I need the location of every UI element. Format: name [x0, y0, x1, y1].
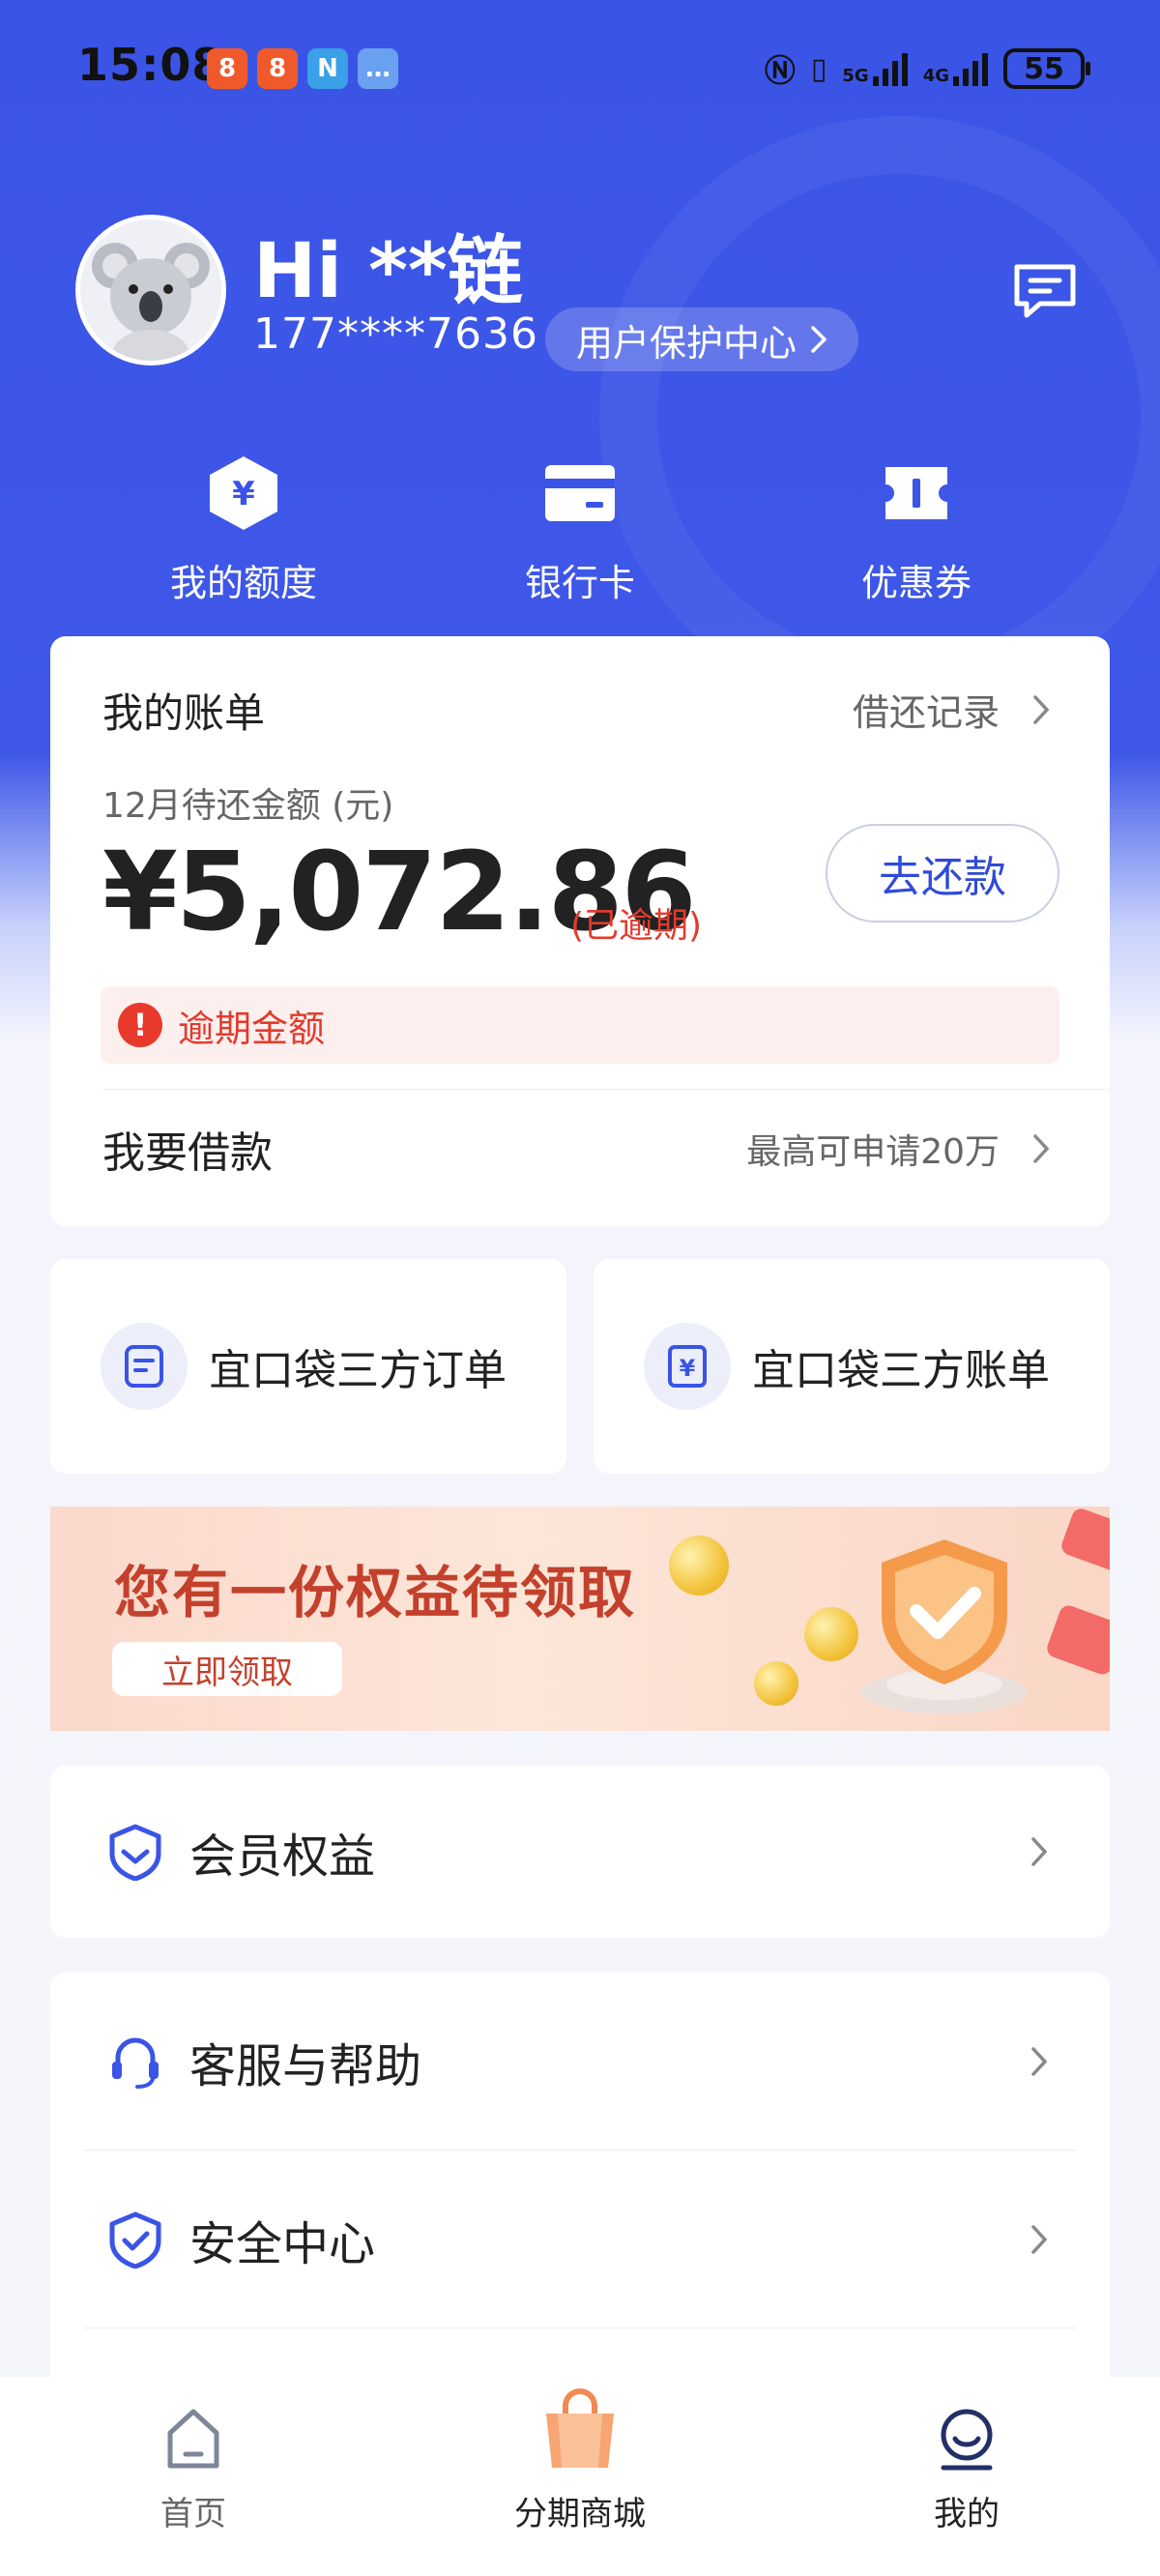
greeting-name: Hi **链 — [253, 228, 523, 315]
tab-mine[interactable]: 我的 — [851, 2406, 1083, 2534]
member-shield-icon — [109, 1824, 161, 1881]
yuan-hexagon-icon: ¥ — [210, 456, 277, 530]
loan-limit-link[interactable]: 最高可申请20万 — [746, 1124, 1050, 1174]
benefit-banner[interactable]: 您有一份权益待领取 立即领取 — [50, 1507, 1110, 1731]
quick-action-bank-card[interactable]: 银行卡 — [464, 445, 696, 606]
bill-title: 我的账单 — [102, 689, 266, 737]
status-time: 15:08 — [77, 39, 224, 91]
svg-text:¥: ¥ — [680, 1355, 696, 1382]
order-document-icon — [125, 1345, 163, 1388]
chevron-right-icon — [1031, 1837, 1048, 1866]
avatar[interactable] — [75, 215, 226, 366]
home-icon — [167, 2409, 219, 2469]
masked-phone: 177****7636 — [253, 309, 538, 359]
third-party-order-button[interactable]: 宜口袋三方订单 — [50, 1259, 566, 1474]
battery-icon: 55 — [1003, 48, 1090, 89]
repayment-record-link[interactable]: 借还记录 — [853, 683, 1050, 736]
menu-item-security-center[interactable]: 安全中心 — [50, 2151, 1110, 2328]
nfc-icon: Ⓝ — [764, 52, 796, 89]
chevron-right-icon — [1033, 1134, 1050, 1163]
chevron-right-icon — [1033, 694, 1050, 724]
shield-reward-icon — [861, 1539, 1028, 1713]
bank-card-icon — [545, 465, 615, 521]
divider — [83, 2327, 1077, 2328]
tab-home[interactable]: 首页 — [77, 2406, 309, 2534]
nfc-notification-icon: N — [307, 48, 348, 89]
svg-text:¥: ¥ — [232, 475, 255, 513]
repay-button[interactable]: 去还款 — [826, 824, 1059, 922]
signal-5g-icon: 5G — [842, 51, 908, 86]
security-shield-icon — [109, 2211, 161, 2269]
headset-icon — [112, 2037, 159, 2089]
coin-decoration — [669, 1536, 729, 1595]
message-icon — [1014, 264, 1076, 318]
vibrate-icon: ▯ — [810, 51, 827, 86]
protection-center-button[interactable]: 用户保护中心 — [545, 307, 859, 371]
divider — [102, 1089, 1110, 1090]
system-icons: Ⓝ ▯ 5G 4G 55 — [764, 46, 1090, 91]
bill-subtitle: 12月待还金额 (元) — [102, 786, 394, 826]
koala-avatar-icon — [80, 220, 221, 361]
message-notification-icon: … — [358, 48, 398, 89]
chevron-right-icon — [811, 326, 827, 353]
background-decoration — [599, 116, 1160, 716]
overdue-warning[interactable]: ! 逾期金额 — [101, 986, 1059, 1064]
notification-icons: 8 8 N … — [207, 48, 398, 89]
coupon-icon — [885, 467, 947, 519]
chevron-right-icon — [1031, 2225, 1048, 2254]
bottom-tab-bar: 首页 分期商城 我的 — [0, 2377, 1160, 2576]
app-root: 15:08 8 8 N … Ⓝ ▯ 5G 4G 55 Hi **链 177***… — [0, 0, 1160, 2576]
quick-action-coupon[interactable]: 优惠券 — [800, 445, 1032, 606]
overdue-status: (已逾期) — [570, 906, 703, 946]
red-packet-decoration — [1058, 1507, 1110, 1575]
banner-title: 您有一份权益待领取 — [114, 1560, 637, 1625]
loan-title[interactable]: 我要借款 — [102, 1118, 273, 1180]
coin-decoration — [754, 1661, 798, 1706]
tab-installment-mall[interactable]: 分期商城 — [464, 2388, 696, 2534]
bill-card: 我的账单 借还记录 12月待还金额 (元) ¥5,072.86 (已逾期) 去还… — [50, 636, 1110, 1226]
app-notification-icon: 8 — [207, 48, 247, 89]
coin-decoration — [804, 1607, 858, 1661]
alert-icon: ! — [118, 1003, 162, 1047]
claim-now-button[interactable]: 立即领取 — [112, 1642, 342, 1696]
signal-4g-icon: 4G — [923, 51, 988, 86]
status-bar: 15:08 8 8 N … Ⓝ ▯ 5G 4G 55 — [0, 0, 1160, 140]
menu-item-customer-service[interactable]: 客服与帮助 — [50, 1973, 1110, 2151]
quick-action-credit[interactable]: ¥ 我的额度 — [128, 445, 360, 606]
menu-item-member-benefits[interactable]: 会员权益 — [50, 1766, 1110, 1938]
profile-icon — [941, 2409, 993, 2471]
app-notification-icon: 8 — [257, 48, 298, 89]
message-button[interactable] — [1011, 261, 1079, 321]
chevron-right-icon — [1031, 2047, 1048, 2076]
yuan-bill-icon: ¥ — [668, 1345, 707, 1388]
red-packet-decoration — [1044, 1602, 1110, 1678]
shopping-bag-icon — [546, 2388, 614, 2468]
third-party-bill-button[interactable]: ¥ 宜口袋三方账单 — [594, 1259, 1110, 1474]
